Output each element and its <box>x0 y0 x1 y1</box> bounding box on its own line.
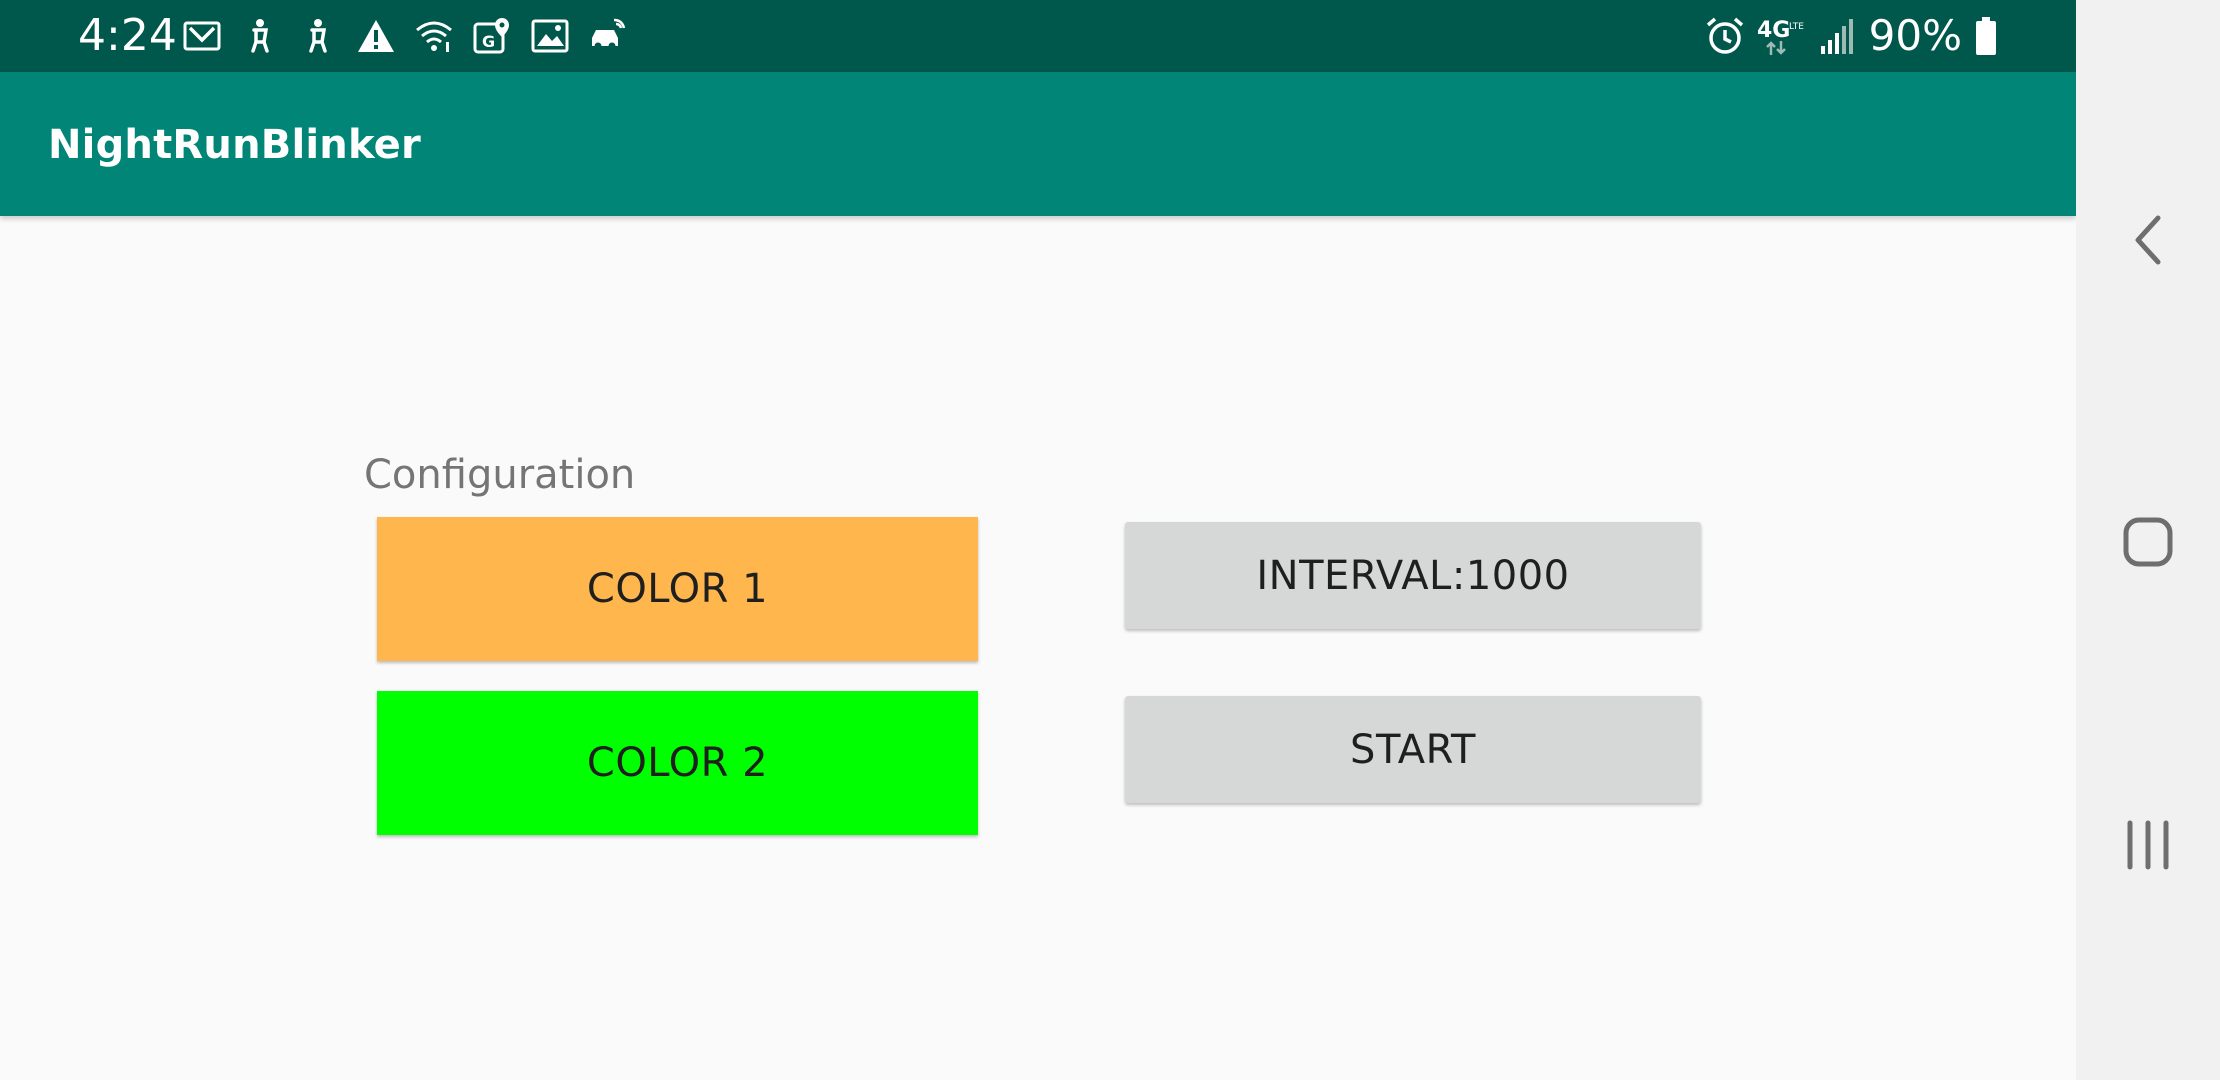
car-icon <box>586 14 630 58</box>
gmail-icon <box>180 14 224 58</box>
battery-icon <box>1972 14 2000 58</box>
gallery-icon <box>528 14 572 58</box>
configuration-label: Configuration <box>364 452 636 498</box>
home-button[interactable] <box>2076 484 2220 604</box>
recents-icon <box>2124 819 2172 876</box>
status-time: 4:24 <box>78 10 177 61</box>
back-icon <box>2128 212 2168 273</box>
notification-icons: G <box>180 14 630 58</box>
screen: 4:24 G 4G LTE 90% NightRunBlinker Config… <box>0 0 2220 1080</box>
app-window: 4:24 G 4G LTE 90% NightRunBlinker Config… <box>0 0 2076 1080</box>
accessibility-icon <box>238 14 282 58</box>
4g-lte-icon: 4G LTE <box>1757 14 1805 58</box>
svg-text:G: G <box>482 32 495 51</box>
wifi-icon <box>412 14 456 58</box>
accessibility-icon <box>296 14 340 58</box>
interval-button-label: INTERVAL:1000 <box>1256 552 1570 599</box>
svg-text:4G: 4G <box>1757 18 1790 43</box>
color1-button[interactable]: COLOR 1 <box>377 517 978 661</box>
signal-icon <box>1815 14 1859 58</box>
recents-button[interactable] <box>2076 787 2220 907</box>
warning-icon <box>354 14 398 58</box>
color1-button-label: COLOR 1 <box>586 566 769 612</box>
navigation-bar <box>2076 0 2220 1080</box>
back-button[interactable] <box>2076 182 2220 302</box>
app-bar: NightRunBlinker <box>0 72 2076 216</box>
svg-text:LTE: LTE <box>1789 22 1804 32</box>
color2-button-label: COLOR 2 <box>586 740 769 786</box>
start-button-label: START <box>1350 726 1476 773</box>
home-icon <box>2122 516 2174 573</box>
alarm-icon <box>1703 14 1747 58</box>
status-bar: 4:24 G 4G LTE 90% <box>0 0 2076 72</box>
maps-icon: G <box>470 14 514 58</box>
color2-button[interactable]: COLOR 2 <box>377 691 978 835</box>
app-title: NightRunBlinker <box>48 122 421 168</box>
start-button[interactable]: START <box>1125 696 1701 803</box>
battery-percentage: 90% <box>1868 11 1962 60</box>
interval-button[interactable]: INTERVAL:1000 <box>1125 522 1701 629</box>
system-status-icons: 4G LTE 90% <box>1703 10 2000 62</box>
